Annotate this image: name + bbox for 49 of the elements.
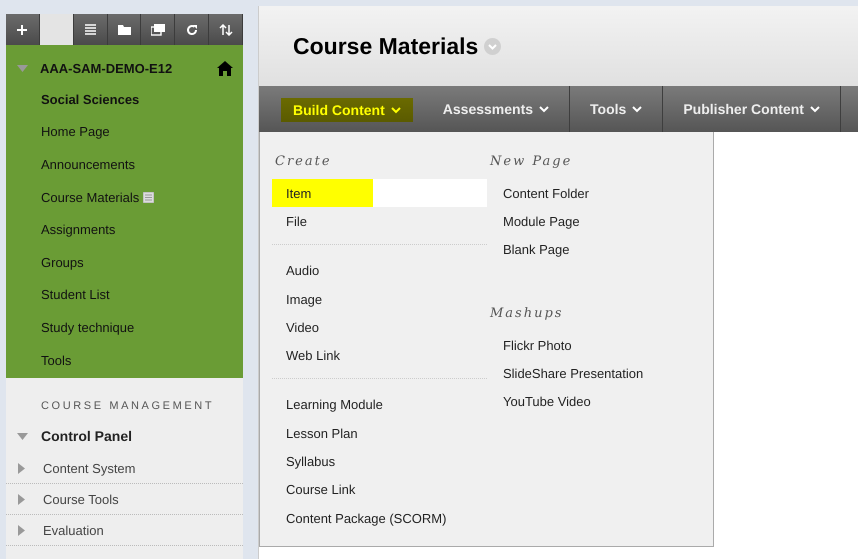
menu-item[interactable]: Learning Module [272,390,487,420]
toolbar-button[interactable] [40,14,74,45]
course-menu-link[interactable]: Social Sciences [41,92,140,107]
course-menu-link[interactable]: Groups [41,254,84,270]
list-icon [84,24,96,36]
folder-icon [118,24,130,34]
nav-menu-button[interactable]: Build Content [281,98,413,122]
control-panel-heading[interactable]: Control Panel [41,428,132,444]
menu-item[interactable]: YouTube Video [487,387,702,416]
chevron-down-icon [632,106,642,112]
refresh-icon [186,24,198,36]
course-title[interactable]: AAA-SAM-DEMO-E12 [40,60,217,76]
course-menu-link[interactable]: Course Materials [41,190,140,205]
course-menu-link[interactable]: Announcements [41,156,135,172]
chevron-down-icon [539,106,550,112]
menu-item[interactable]: Audio [272,256,487,285]
menu-item[interactable]: Blank Page [487,236,702,264]
menu-item[interactable]: Content Package (SCORM) [272,504,487,532]
course-menu-link[interactable]: Assignments [41,222,116,238]
menu-item[interactable]: File [272,207,487,236]
control-panel-link[interactable]: Evaluation [43,522,104,538]
plus-icon [16,24,28,36]
menu-section-heading: Mashups [488,306,564,321]
chevron-down-icon [390,106,401,114]
chevron-down-icon [810,106,820,112]
menu-section-heading: Create [274,154,333,169]
menu-item[interactable]: SlideShare Presentation [487,359,702,388]
home-icon[interactable] [217,60,233,76]
menu-item[interactable]: Content Folder [487,179,702,208]
menu-item[interactable]: Lesson Plan [272,419,487,448]
control-panel-link[interactable]: Content System [43,460,136,476]
page-title: Course Materials [293,32,478,60]
control-panel-link[interactable]: Course Tools [43,492,119,506]
menu-item[interactable]: Web Link [272,341,487,370]
course-menu-link[interactable]: Study technique [41,320,134,335]
menu-item[interactable]: Image [272,284,487,314]
menu-item[interactable]: Flickr Photo [487,330,702,360]
section-heading: COURSE MANAGEMENT [40,399,216,414]
window-icon [150,24,165,36]
course-menu-link[interactable]: Student List [41,287,110,302]
course-menu-link[interactable]: Tools [41,352,72,368]
menu-item[interactable]: Module Page [487,207,702,236]
sort-icon [218,24,233,36]
menu-item[interactable]: Item [272,179,487,208]
menu-item[interactable]: Syllabus [272,447,487,476]
menu-item[interactable]: Course Link [272,476,487,504]
course-menu-link[interactable]: Home Page [41,124,110,140]
menu-section-heading: New Page [488,154,574,169]
menu-item[interactable]: Video [272,313,487,342]
